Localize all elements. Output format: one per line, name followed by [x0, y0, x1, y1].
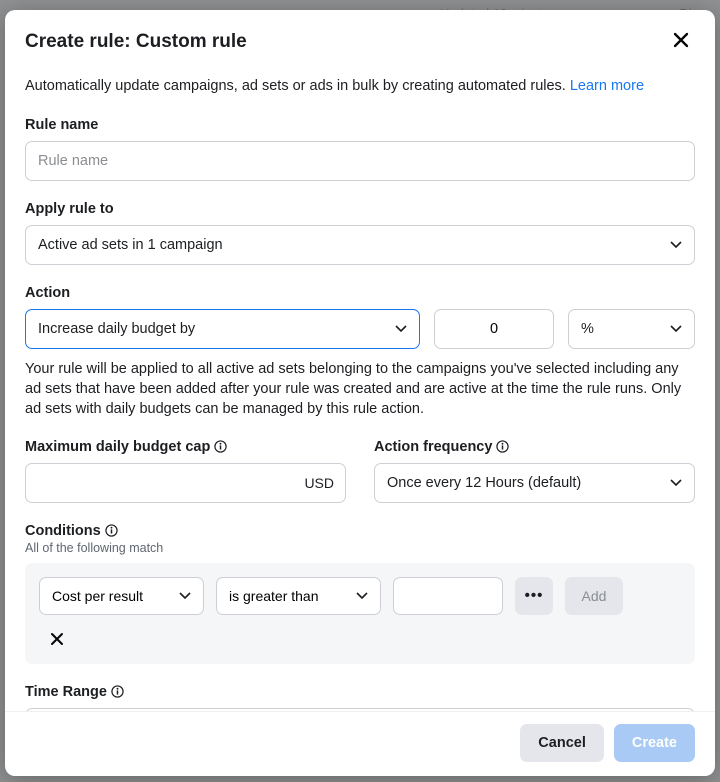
caret-down-icon	[179, 592, 191, 599]
conditions-field: Conditions All of the following match Co…	[25, 523, 695, 664]
action-frequency-field: Action frequency Once every 12 Hours (de…	[374, 439, 695, 503]
info-icon	[214, 440, 227, 453]
action-select[interactable]: Increase daily budget by	[25, 309, 420, 349]
condition-operator-select[interactable]: is greater than	[216, 577, 381, 615]
info-icon	[111, 685, 124, 698]
time-range-field: Time Range Maximum	[25, 684, 695, 711]
condition-row: Cost per result is greater than ••• Add	[39, 577, 681, 615]
condition-operator-value: is greater than	[229, 588, 319, 604]
time-range-label-text: Time Range	[25, 684, 107, 700]
info-icon	[105, 524, 118, 537]
info-icon	[496, 440, 509, 453]
condition-more-button[interactable]: •••	[515, 577, 553, 615]
action-amount-input[interactable]	[434, 309, 554, 349]
action-frequency-label: Action frequency	[374, 439, 695, 455]
dialog-header: Create rule: Custom rule	[5, 10, 715, 67]
condition-metric-value: Cost per result	[52, 588, 143, 604]
intro-text: Automatically update campaigns, ad sets …	[25, 77, 695, 97]
max-budget-cap-field: Maximum daily budget cap USD	[25, 439, 346, 503]
action-frequency-select[interactable]: Once every 12 Hours (default)	[374, 463, 695, 503]
action-field: Action Increase daily budget by %	[25, 285, 695, 419]
caret-down-icon	[670, 241, 682, 248]
action-helper-text: Your rule will be applied to all active …	[25, 359, 695, 419]
condition-metric-select[interactable]: Cost per result	[39, 577, 204, 615]
conditions-subtext: All of the following match	[25, 541, 695, 555]
rule-name-label: Rule name	[25, 117, 695, 133]
rule-name-field: Rule name	[25, 117, 695, 181]
caret-down-icon	[670, 479, 682, 486]
conditions-box: Cost per result is greater than ••• Add	[25, 563, 695, 664]
caret-down-icon	[356, 592, 368, 599]
time-range-select[interactable]: Maximum	[25, 708, 695, 711]
cancel-button[interactable]: Cancel	[520, 724, 604, 762]
apply-rule-to-label: Apply rule to	[25, 201, 695, 217]
close-button[interactable]	[667, 26, 695, 57]
condition-add-button[interactable]: Add	[565, 577, 623, 615]
create-rule-dialog: Create rule: Custom rule Automatically u…	[5, 10, 715, 776]
max-budget-cap-label-text: Maximum daily budget cap	[25, 439, 210, 455]
ellipsis-icon: •••	[525, 587, 544, 604]
condition-value-input[interactable]	[393, 577, 503, 615]
dialog-body: Automatically update campaigns, ad sets …	[5, 67, 715, 711]
close-icon	[49, 631, 65, 647]
intro-paragraph: Automatically update campaigns, ad sets …	[25, 78, 570, 94]
dialog-footer: Cancel Create	[5, 711, 715, 776]
caret-down-icon	[395, 325, 407, 332]
apply-rule-to-field: Apply rule to Active ad sets in 1 campai…	[25, 201, 695, 265]
time-range-label: Time Range	[25, 684, 695, 700]
conditions-label-text: Conditions	[25, 523, 101, 539]
currency-suffix: USD	[304, 475, 334, 491]
max-budget-cap-input[interactable]	[25, 463, 346, 503]
action-unit-select[interactable]: %	[568, 309, 695, 349]
learn-more-link[interactable]: Learn more	[570, 78, 644, 94]
apply-rule-to-value: Active ad sets in 1 campaign	[38, 237, 223, 253]
rule-name-input[interactable]	[25, 141, 695, 181]
apply-rule-to-select[interactable]: Active ad sets in 1 campaign	[25, 225, 695, 265]
action-unit-value: %	[581, 321, 594, 337]
max-budget-cap-label: Maximum daily budget cap	[25, 439, 346, 455]
dialog-title: Create rule: Custom rule	[25, 31, 247, 53]
condition-remove-button[interactable]	[45, 627, 69, 654]
close-icon	[671, 30, 691, 50]
create-button[interactable]: Create	[614, 724, 695, 762]
action-select-value: Increase daily budget by	[38, 321, 195, 337]
action-label: Action	[25, 285, 695, 301]
action-frequency-label-text: Action frequency	[374, 439, 492, 455]
action-frequency-value: Once every 12 Hours (default)	[387, 475, 581, 491]
conditions-label: Conditions	[25, 523, 695, 539]
caret-down-icon	[670, 325, 682, 332]
